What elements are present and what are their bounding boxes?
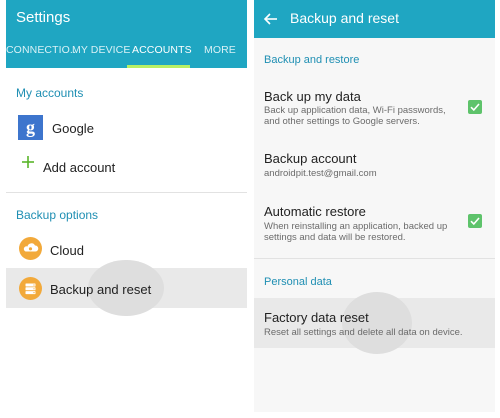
google-account-label: Google [52, 121, 94, 136]
automatic-restore-checkbox[interactable] [468, 214, 482, 228]
automatic-restore-title: Automatic restore [264, 204, 366, 219]
tab-accounts[interactable]: ACCOUNTS [132, 44, 192, 56]
backup-app-bar: Backup and reset [254, 0, 495, 38]
backup-account-title: Backup account [264, 151, 357, 166]
section-divider [6, 192, 247, 193]
add-account-label: Add account [43, 160, 116, 175]
checkmark-icon [470, 217, 480, 226]
factory-data-reset-title: Factory data reset [264, 310, 369, 325]
factory-data-reset-summary: Reset all settings and delete all data o… [264, 327, 463, 338]
google-icon: g [18, 115, 43, 140]
personal-data-header: Personal data [264, 276, 332, 288]
backup-and-reset-title: Backup and reset [290, 10, 399, 26]
settings-title: Settings [16, 9, 71, 26]
backup-and-reset-screen: Backup and reset Backup and restore Back… [254, 0, 495, 412]
backup-and-reset-label: Backup and reset [50, 282, 152, 297]
section-divider [254, 258, 495, 259]
backup-account-email: androidpit.test@gmail.com [264, 168, 377, 179]
settings-app-bar: Settings CONNECTIO.. MY DEVICE ACCOUNTS … [6, 0, 247, 68]
back-arrow-icon[interactable] [263, 11, 279, 27]
backup-options-header: Backup options [16, 208, 99, 222]
cloud-icon [19, 237, 42, 260]
back-up-my-data-title: Back up my data [264, 89, 361, 104]
settings-screen: Settings CONNECTIO.. MY DEVICE ACCOUNTS … [6, 0, 247, 412]
backup-storage-icon [19, 277, 42, 300]
checkmark-icon [470, 103, 480, 112]
plus-icon [22, 156, 34, 168]
backup-and-restore-header: Backup and restore [264, 54, 360, 66]
cloud-label: Cloud [50, 243, 84, 258]
my-accounts-header: My accounts [16, 86, 84, 100]
active-tab-indicator [127, 65, 190, 68]
tab-connections[interactable]: CONNECTIO.. [6, 44, 76, 56]
tab-my-device[interactable]: MY DEVICE [72, 44, 130, 56]
automatic-restore-summary: When reinstalling an application, backed… [264, 221, 448, 243]
tab-more[interactable]: MORE [204, 44, 236, 56]
back-up-my-data-summary: Back up application data, Wi-Fi password… [264, 105, 446, 127]
back-up-my-data-checkbox[interactable] [468, 100, 482, 114]
